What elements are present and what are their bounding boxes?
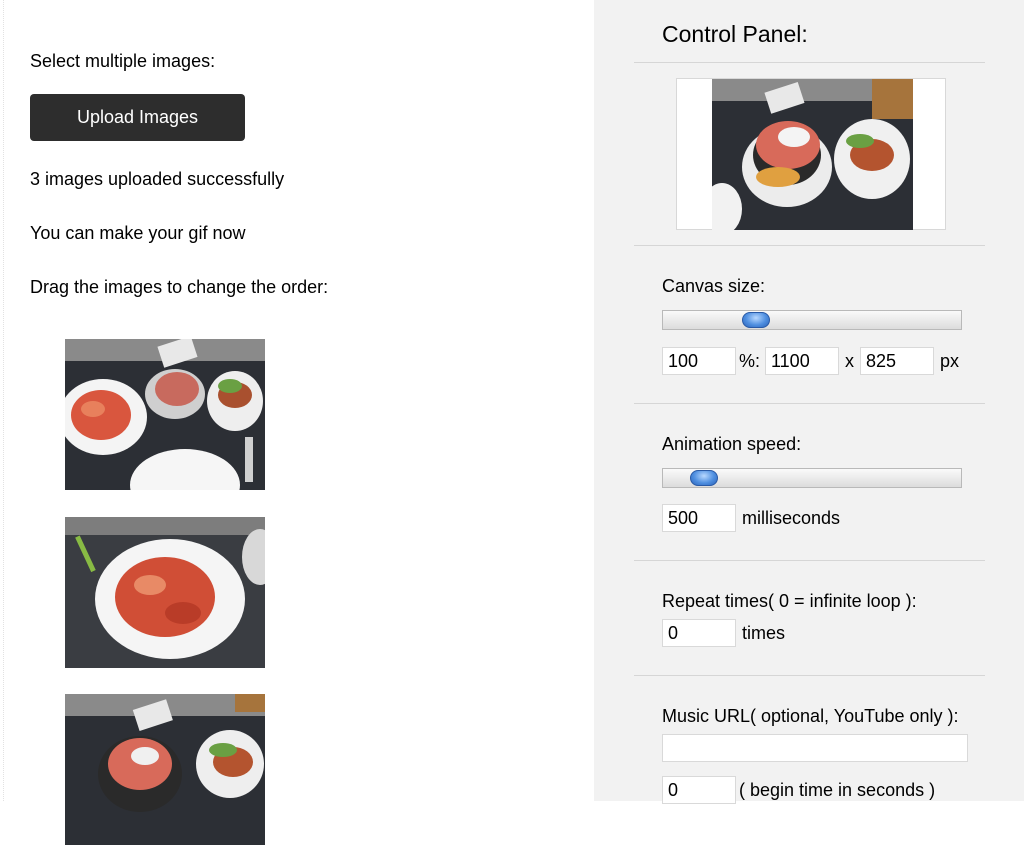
animation-speed-slider[interactable]	[662, 468, 962, 488]
left-border	[3, 0, 4, 801]
upload-pane: Select multiple images: Upload Images 3 …	[0, 0, 594, 845]
px-unit-label: px	[940, 351, 960, 371]
slider-handle[interactable]	[690, 470, 718, 486]
percent-label: %:	[739, 351, 761, 371]
select-images-label: Select multiple images:	[30, 51, 216, 71]
slider-handle[interactable]	[742, 312, 770, 328]
divider	[634, 403, 985, 404]
canvas-width-input[interactable]: 1100	[765, 347, 839, 375]
image-thumbnail-3[interactable]	[65, 694, 265, 845]
music-url-input[interactable]	[662, 734, 968, 762]
divider	[634, 560, 985, 561]
speed-ms-input[interactable]: 500	[662, 504, 736, 532]
animation-speed-label: Animation speed:	[662, 434, 802, 454]
panel-title: Control Panel:	[662, 21, 808, 47]
repeat-times-input[interactable]: 0	[662, 619, 736, 647]
preview-image	[712, 79, 913, 230]
canvas-percent-input[interactable]: 100	[662, 347, 736, 375]
upload-status-text: 3 images uploaded successfully	[30, 169, 285, 189]
canvas-height-input[interactable]: 825	[860, 347, 934, 375]
control-panel: Control Panel: Canvas size: 100 %: 1100 …	[594, 0, 1024, 804]
canvas-size-label: Canvas size:	[662, 276, 766, 296]
times-label: times	[742, 623, 786, 643]
repeat-times-label: Repeat times( 0 = infinite loop ):	[662, 591, 917, 611]
divider	[634, 675, 985, 676]
image-thumbnail-1[interactable]	[65, 339, 265, 490]
drag-hint-text: Drag the images to change the order:	[30, 277, 329, 297]
milliseconds-label: milliseconds	[742, 508, 841, 528]
begin-time-input[interactable]: 0	[662, 776, 736, 804]
gif-preview	[676, 78, 946, 230]
divider	[634, 62, 985, 63]
music-url-label: Music URL( optional, YouTube only ):	[662, 706, 959, 726]
times-sign: x	[845, 351, 854, 371]
image-thumbnail-2[interactable]	[65, 517, 265, 668]
canvas-size-slider[interactable]	[662, 310, 962, 330]
upload-images-button[interactable]: Upload Images	[30, 94, 245, 141]
ready-text: You can make your gif now	[30, 223, 246, 243]
divider	[634, 245, 985, 246]
begin-time-label: ( begin time in seconds )	[739, 780, 936, 800]
